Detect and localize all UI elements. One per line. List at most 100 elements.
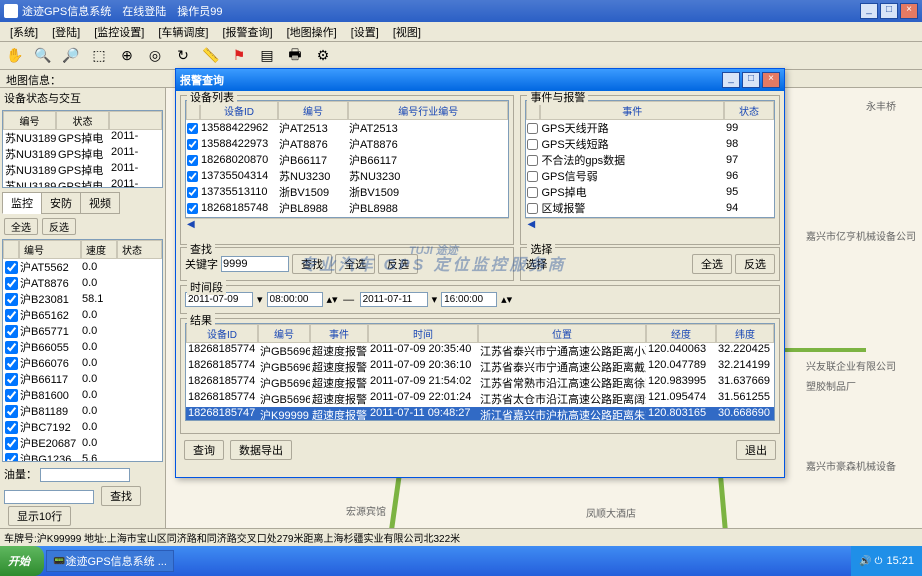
result-row[interactable]: 18268185774沪GB5696超速度报警2011-07-09 21:54:… <box>186 375 774 391</box>
device-checkbox[interactable] <box>5 453 18 463</box>
col-number[interactable]: 编号 <box>278 101 348 120</box>
close-button[interactable]: × <box>900 3 918 19</box>
device-checkbox[interactable] <box>5 373 18 386</box>
device-checkbox[interactable] <box>5 293 18 306</box>
dialog-device-row[interactable]: 18268185748沪BL8988沪BL8988 <box>186 200 508 216</box>
dialog-device-row[interactable]: 13735504314苏NU3230苏NU3230 <box>186 168 508 184</box>
device-row[interactable]: 沪B660760.0 <box>3 355 162 371</box>
result-row[interactable]: 18268185747沪K99999超速度报警2011-07-11 09:48:… <box>186 407 774 421</box>
dialog-device-row[interactable]: 18268020870沪B66117沪B66117 <box>186 152 508 168</box>
device-checkbox[interactable] <box>5 357 18 370</box>
device-row[interactable]: 沪BG12365.6 <box>3 451 162 462</box>
measure-icon[interactable]: 📏 <box>200 45 222 67</box>
dialog-event-row[interactable]: 区域报警94 <box>526 200 774 216</box>
row-checkbox[interactable] <box>187 139 198 150</box>
evt-select-all-button[interactable]: 全选 <box>692 254 732 274</box>
zoom-area-icon[interactable]: ⬚ <box>88 45 110 67</box>
device-row[interactable]: 沪AT88760.0 <box>3 275 162 291</box>
col-dev-status[interactable]: 状态 <box>117 240 162 259</box>
col-time[interactable] <box>109 111 162 130</box>
col-status[interactable]: 状态 <box>56 111 109 130</box>
sidebar-search-button[interactable]: 查找 <box>101 486 141 506</box>
result-row[interactable]: 18268185774沪GB5696超速度报警2011-07-09 20:35:… <box>186 343 774 359</box>
menu-item[interactable]: [车辆调度] <box>152 22 214 42</box>
status-row[interactable]: 苏NU3189GPS掉电2011- <box>3 130 162 146</box>
row-checkbox[interactable] <box>527 123 538 134</box>
start-button[interactable]: 开始 <box>0 546 44 576</box>
exit-button[interactable]: 退出 <box>736 440 776 460</box>
select-all-button[interactable]: 全选 <box>4 218 38 235</box>
device-checkbox[interactable] <box>5 309 18 322</box>
dialog-event-row[interactable]: GPS信号弱96 <box>526 168 774 184</box>
device-row[interactable]: 沪B657710.0 <box>3 323 162 339</box>
print-icon[interactable]: 🖶 <box>284 45 306 67</box>
device-row[interactable]: 沪BE206870.0 <box>3 435 162 451</box>
evt-invert-button[interactable]: 反选 <box>735 254 775 274</box>
rcol-lng[interactable]: 经度 <box>646 324 716 343</box>
row-checkbox[interactable] <box>187 155 198 166</box>
rcol-lat[interactable]: 纬度 <box>716 324 774 343</box>
device-row[interactable]: 沪B660550.0 <box>3 339 162 355</box>
maximize-button[interactable]: □ <box>880 3 898 19</box>
device-checkbox[interactable] <box>5 389 18 402</box>
rcol-num[interactable]: 编号 <box>258 324 310 343</box>
locate-icon[interactable]: ⊕ <box>116 45 138 67</box>
device-checkbox[interactable] <box>5 325 18 338</box>
row-checkbox[interactable] <box>527 203 538 214</box>
device-row[interactable]: 沪B2308158.1 <box>3 291 162 307</box>
device-checkbox[interactable] <box>5 277 18 290</box>
sidebar-search-input[interactable] <box>4 490 94 504</box>
dialog-maximize-button[interactable]: □ <box>742 72 760 88</box>
settings-icon[interactable]: ⚙ <box>312 45 334 67</box>
query-button[interactable]: 查询 <box>184 440 224 460</box>
row-checkbox[interactable] <box>187 123 198 134</box>
col-evt-status[interactable]: 状态 <box>724 101 774 120</box>
col-dev-id[interactable]: 编号 <box>19 240 81 259</box>
hand-icon[interactable]: ✋ <box>4 45 26 67</box>
dialog-device-row[interactable]: 13735513110浙BV1509浙BV1509 <box>186 184 508 200</box>
dialog-event-row[interactable]: GPS掉电95 <box>526 184 774 200</box>
time-from-input[interactable] <box>267 292 323 307</box>
dialog-close-button[interactable]: × <box>762 72 780 88</box>
zoom-out-icon[interactable]: 🔎 <box>60 45 82 67</box>
keyword-input[interactable] <box>221 256 289 272</box>
menu-item[interactable]: [视图] <box>387 22 427 42</box>
flag-icon[interactable]: ⚑ <box>228 45 250 67</box>
system-tray[interactable]: 🔊 ⏻ 15:21 <box>851 546 922 576</box>
status-row[interactable]: 苏NU3189GPS掉电2011- <box>3 178 162 188</box>
menu-item[interactable]: [报警查询] <box>217 22 279 42</box>
device-row[interactable]: 沪B811890.0 <box>3 403 162 419</box>
menu-item[interactable]: [设置] <box>345 22 385 42</box>
layers-icon[interactable]: ▤ <box>256 45 278 67</box>
oil-input[interactable] <box>40 468 130 482</box>
dialog-event-row[interactable]: GPS天线短路98 <box>526 136 774 152</box>
date-to-input[interactable] <box>360 292 428 307</box>
zoom-in-icon[interactable]: 🔍 <box>32 45 54 67</box>
tab-monitor[interactable]: 监控 <box>2 192 42 214</box>
device-row[interactable]: 沪B661170.0 <box>3 371 162 387</box>
tab-video[interactable]: 视频 <box>80 192 120 214</box>
row-checkbox[interactable] <box>527 187 538 198</box>
col-id[interactable]: 编号 <box>3 111 56 130</box>
full-extent-icon[interactable]: ◎ <box>144 45 166 67</box>
device-row[interactable]: 沪B651620.0 <box>3 307 162 323</box>
minimize-button[interactable]: _ <box>860 3 878 19</box>
device-checkbox[interactable] <box>5 341 18 354</box>
tab-security[interactable]: 安防 <box>41 192 81 214</box>
show10-button[interactable]: 显示10行 <box>8 506 71 526</box>
dialog-event-row[interactable]: GPS天线开路99 <box>526 120 774 136</box>
device-row[interactable]: 沪BC71920.0 <box>3 419 162 435</box>
invert-select-button[interactable]: 反选 <box>42 218 76 235</box>
task-item[interactable]: 📟 途迹GPS信息系统 ... <box>46 550 174 572</box>
col-speed[interactable]: 速度 <box>81 240 117 259</box>
menu-item[interactable]: [登陆] <box>46 22 86 42</box>
device-checkbox[interactable] <box>5 437 18 450</box>
dev-invert-button[interactable]: 反选 <box>378 254 418 274</box>
dialog-event-row[interactable]: 不合法的gps数据97 <box>526 152 774 168</box>
dialog-device-row[interactable]: 13588422973沪AT8876沪AT8876 <box>186 136 508 152</box>
device-checkbox[interactable] <box>5 261 18 274</box>
device-checkbox[interactable] <box>5 405 18 418</box>
result-row[interactable]: 18268185774沪GB5696超速度报警2011-07-09 22:01:… <box>186 391 774 407</box>
device-row[interactable]: 沪B816000.0 <box>3 387 162 403</box>
dev-select-all-button[interactable]: 全选 <box>335 254 375 274</box>
